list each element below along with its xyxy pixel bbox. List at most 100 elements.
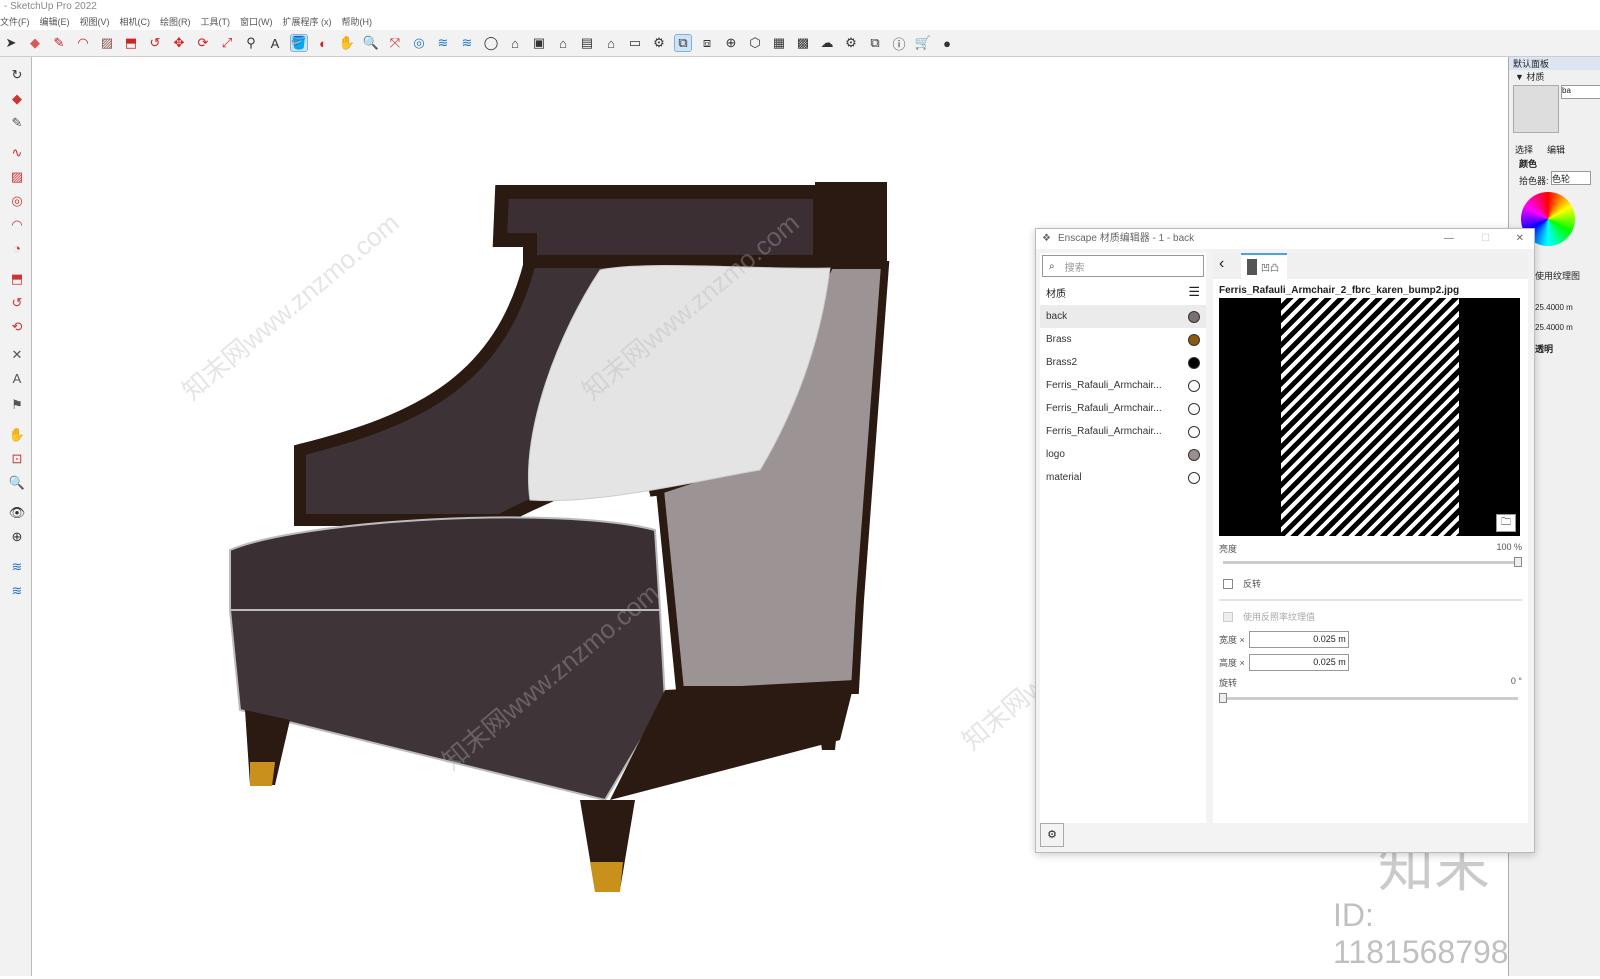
pushpull-tool-icon[interactable]: ⬒ — [8, 271, 26, 289]
close-button[interactable]: ✕ — [1516, 229, 1524, 249]
left-view-icon[interactable]: ▭ — [626, 34, 644, 52]
info-icon[interactable]: ⓘ — [890, 34, 908, 52]
height-input[interactable]: 0.025 m — [1248, 654, 1349, 671]
rotate-icon[interactable]: ⟳ — [194, 34, 212, 52]
freehand-icon[interactable]: ∿ — [8, 145, 26, 163]
maximize-button[interactable]: ☐ — [1481, 229, 1490, 249]
tray-section-materials[interactable]: ▼ 材质 — [1509, 70, 1600, 83]
right-view-icon[interactable]: ▤ — [578, 34, 596, 52]
tab-edit[interactable]: 编辑 — [1547, 143, 1565, 156]
circle-tool-icon[interactable]: ◎ — [8, 193, 26, 211]
menu-file[interactable]: 文件(F) — [0, 14, 30, 30]
move-icon[interactable]: ✥ — [170, 34, 188, 52]
use-albedo-checkbox[interactable] — [1223, 611, 1233, 622]
material-item[interactable]: back — [1040, 305, 1206, 328]
back-view-icon[interactable]: ⌂ — [602, 34, 620, 52]
text-tool-icon[interactable]: A — [8, 371, 26, 389]
material-editor-icon[interactable]: ▦ — [770, 34, 788, 52]
pie-tool-icon[interactable]: ◔ — [8, 241, 26, 259]
menu-camera[interactable]: 相机(C) — [120, 14, 151, 30]
settings-gear-icon[interactable]: ⚙ — [1040, 823, 1064, 847]
extension-tool-icon[interactable]: ≋ — [8, 583, 26, 601]
warehouse-tool-icon[interactable]: ≋ — [8, 559, 26, 577]
material-item[interactable]: Brass — [1040, 328, 1206, 351]
rotation-slider[interactable] — [1219, 693, 1518, 703]
menu-window[interactable]: 窗口(W) — [240, 14, 273, 30]
account-icon[interactable]: ● — [938, 34, 956, 52]
menu-icon[interactable]: ☰ — [1188, 284, 1200, 300]
rect-tool-icon[interactable]: ▨ — [8, 169, 26, 187]
iso-view-icon[interactable]: ⌂ — [506, 34, 524, 52]
pencil-icon[interactable]: ✎ — [50, 34, 68, 52]
pencil-tool-icon[interactable]: ✎ — [8, 115, 26, 133]
texture-height[interactable]: 25.4000 m — [1535, 323, 1573, 332]
user-icon[interactable]: ◯ — [482, 34, 500, 52]
select-tool-icon[interactable]: ➤ — [2, 34, 20, 52]
material-item[interactable]: logo — [1040, 443, 1206, 466]
paint-bucket-icon[interactable]: 🪣 — [290, 34, 308, 52]
followme-tool-icon[interactable]: ↺ — [8, 295, 26, 313]
extension-warehouse-icon[interactable]: ≋ — [434, 34, 452, 52]
width-input[interactable]: 0.025 m — [1248, 631, 1349, 648]
orbit-tool-icon[interactable]: ↻ — [8, 67, 26, 85]
cloud-icon[interactable]: ☁ — [818, 34, 836, 52]
material-item[interactable]: material — [1040, 466, 1206, 489]
slider-handle[interactable] — [1219, 693, 1227, 703]
zoom-window-icon[interactable]: ⊡ — [8, 451, 26, 469]
enscape-sync-icon[interactable]: ⧉ — [674, 34, 692, 52]
arc-tool-icon[interactable]: ◠ — [8, 217, 26, 235]
pan-tool-icon[interactable]: ✋ — [8, 427, 26, 445]
scale-icon[interactable]: ⤢ — [218, 34, 236, 52]
invert-checkbox[interactable] — [1223, 578, 1233, 589]
material-item[interactable]: Ferris_Rafauli_Armchair... — [1040, 397, 1206, 420]
material-item[interactable]: Ferris_Rafauli_Armchair... — [1040, 374, 1206, 397]
layout-icon[interactable]: ≋ — [458, 34, 476, 52]
top-view-icon[interactable]: ▣ — [530, 34, 548, 52]
brightness-slider[interactable] — [1223, 557, 1522, 567]
eraser-tool-icon[interactable]: ◆ — [8, 91, 26, 109]
slider-handle[interactable] — [1514, 557, 1522, 567]
settings-icon[interactable]: ⚙ — [842, 34, 860, 52]
cart-icon[interactable]: 🛒 — [914, 34, 932, 52]
tab-select[interactable]: 选择 — [1515, 143, 1533, 156]
zoom-extents-icon[interactable]: ⤧ — [386, 34, 404, 52]
eraser-icon[interactable]: ◆ — [26, 34, 44, 52]
menu-view[interactable]: 视图(V) — [80, 14, 110, 30]
walk-icon[interactable]: ⊕ — [8, 529, 26, 547]
folder-icon[interactable]: 🗀 — [1496, 514, 1516, 532]
look-around-icon[interactable]: 👁 — [8, 505, 26, 523]
minimize-button[interactable]: — — [1444, 229, 1454, 249]
menu-edit[interactable]: 编辑(E) — [40, 14, 70, 30]
search-input[interactable]: ⌕ 搜索 — [1042, 255, 1204, 277]
axes-icon[interactable]: ⚑ — [8, 397, 26, 415]
warehouse-icon[interactable]: ◎ — [410, 34, 428, 52]
enscape-link-icon[interactable]: ⧈ — [698, 34, 716, 52]
asset-icon[interactable]: ⬡ — [746, 34, 764, 52]
push-pull-icon[interactable]: ⬒ — [122, 34, 140, 52]
tape-icon[interactable]: ⚲ — [242, 34, 260, 52]
dimension-icon[interactable]: ✕ — [8, 347, 26, 365]
material-item[interactable]: Brass2 — [1040, 351, 1206, 374]
arc-icon[interactable]: ◠ — [74, 34, 92, 52]
menu-tools[interactable]: 工具(T) — [201, 14, 231, 30]
material-item[interactable]: Ferris_Rafauli_Armchair... — [1040, 420, 1206, 443]
tab-bump[interactable]: 凹凸 — [1241, 253, 1287, 279]
checker-icon[interactable]: ▩ — [794, 34, 812, 52]
picker-select[interactable]: 色轮 — [1551, 171, 1591, 185]
add-icon[interactable]: ⊕ — [722, 34, 740, 52]
text-icon[interactable]: A — [266, 34, 284, 52]
rectangle-icon[interactable]: ▨ — [98, 34, 116, 52]
offset-tool-icon[interactable]: ⟲ — [8, 319, 26, 337]
orbit-icon[interactable]: ◐ — [314, 34, 332, 52]
menu-draw[interactable]: 绘图(R) — [160, 14, 191, 30]
zoom-icon[interactable]: 🔍 — [362, 34, 380, 52]
follow-me-icon[interactable]: ↺ — [146, 34, 164, 52]
material-name-input[interactable]: ba — [1561, 85, 1600, 99]
zoom-tool-icon[interactable]: 🔍 — [8, 475, 26, 493]
menu-help[interactable]: 帮助(H) — [342, 14, 373, 30]
texture-width[interactable]: 25.4000 m — [1535, 303, 1573, 312]
back-arrow-icon[interactable]: ‹ — [1219, 255, 1224, 273]
window-icon[interactable]: ⧉ — [866, 34, 884, 52]
front-view-icon[interactable]: ⌂ — [554, 34, 572, 52]
enscape-start-icon[interactable]: ⚙ — [650, 34, 668, 52]
